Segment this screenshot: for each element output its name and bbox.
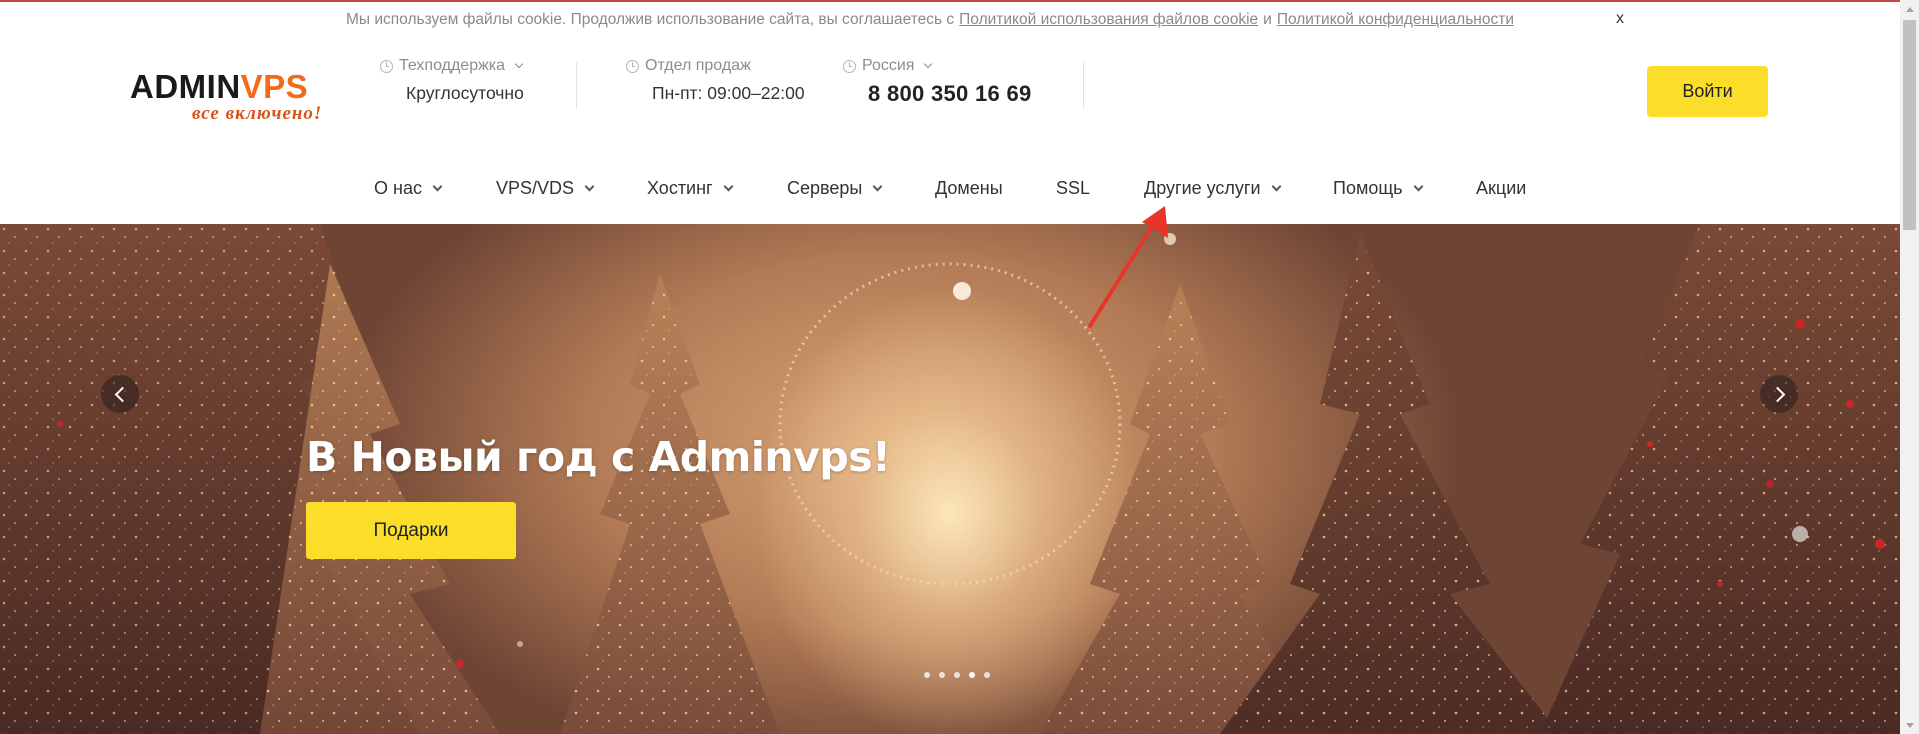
support-block[interactable]: Техподдержка Круглосуточно: [380, 57, 524, 104]
sales-block: Отдел продаж Пн-пт: 09:00–22:00: [626, 57, 805, 104]
support-label: Техподдержка: [399, 57, 506, 74]
chevron-down-icon: [872, 181, 883, 191]
sales-hours: Пн-пт: 09:00–22:00: [652, 83, 805, 103]
cookie-text: Мы используем файлы cookie. Продолжив ис…: [346, 11, 955, 28]
nav-item-label: Домены: [935, 177, 1003, 198]
logo-tagline: все включено!: [192, 103, 323, 124]
nav-item-ssl[interactable]: SSL: [1056, 152, 1090, 224]
slider-prev-button[interactable]: [101, 375, 139, 413]
chevron-down-icon: [723, 181, 734, 191]
logo[interactable]: ADMINVPS все включено!: [130, 70, 335, 124]
sales-label: Отдел продаж: [645, 57, 751, 74]
slider-next-button[interactable]: [1760, 375, 1798, 413]
cookie-conjunction: и: [1263, 11, 1272, 28]
gifts-button[interactable]: Подарки: [306, 502, 516, 559]
nav-item-label: Акции: [1476, 177, 1527, 198]
chevron-down-icon: [432, 181, 443, 191]
nav-item-label: О нас: [374, 177, 422, 198]
chevron-down-icon: [514, 59, 524, 69]
scroll-up-icon[interactable]: [1900, 0, 1919, 17]
chevron-down-icon: [924, 59, 933, 69]
privacy-policy-link[interactable]: Политикой конфиденциальности: [1277, 11, 1514, 29]
nav-item-label: SSL: [1056, 177, 1091, 198]
nav-item-label: Помощь: [1333, 177, 1403, 198]
divider: [576, 62, 577, 108]
login-button[interactable]: Войти: [1647, 66, 1768, 117]
slider-dot[interactable]: [984, 672, 990, 678]
nav-item-promotions[interactable]: Акции: [1476, 152, 1526, 224]
chevron-down-icon: [1413, 181, 1423, 191]
hero-banner: В Новый год с Adminvps! Подарки: [0, 224, 1900, 734]
nav-item-help[interactable]: Помощь: [1333, 152, 1423, 224]
chevron-right-icon: [1769, 386, 1785, 402]
chevron-left-icon: [114, 386, 130, 402]
chevron-down-icon: [1271, 181, 1282, 191]
nav-item-label: VPS/VDS: [496, 177, 575, 198]
slider-dot[interactable]: [954, 672, 960, 678]
main-nav: О нас VPS/VDS Хостинг Серверы Домены SSL…: [0, 152, 1900, 224]
cookie-policy-link[interactable]: Политикой использования файлов cookie: [959, 11, 1258, 29]
support-hours: Круглосуточно: [406, 83, 524, 103]
clock-icon: [626, 59, 639, 73]
cookie-banner: Мы используем файлы cookie. Продолжив ис…: [0, 0, 1900, 38]
cookie-close-button[interactable]: x: [1616, 10, 1624, 28]
slider-dot[interactable]: [939, 672, 945, 678]
page: Мы используем файлы cookie. Продолжив ис…: [0, 0, 1919, 734]
nav-item-about[interactable]: О нас: [374, 152, 443, 224]
nav-item-label: Другие услуги: [1144, 177, 1261, 198]
slider-pagination: [924, 672, 990, 678]
scroll-thumb[interactable]: [1903, 20, 1916, 230]
scroll-down-icon[interactable]: [1900, 717, 1919, 734]
phone-number[interactable]: 8 800 350 16 69: [868, 81, 1032, 107]
logo-text-admin: ADMIN: [130, 68, 241, 105]
nav-item-domains[interactable]: Домены: [935, 152, 1003, 224]
page-scrollbar[interactable]: [1900, 0, 1919, 734]
hero-title: В Новый год с Adminvps!: [306, 433, 891, 481]
clock-icon: [380, 59, 393, 73]
hero-background-image: [0, 224, 1900, 734]
nav-item-label: Серверы: [787, 177, 863, 198]
divider: [1083, 62, 1084, 108]
nav-item-other-services[interactable]: Другие услуги: [1144, 152, 1282, 224]
nav-item-vps[interactable]: VPS/VDS: [496, 152, 595, 224]
region-block[interactable]: Россия 8 800 350 16 69: [843, 57, 1032, 107]
slider-dot[interactable]: [924, 672, 930, 678]
site-header: ADMINVPS все включено! Техподдержка Круг…: [0, 38, 1900, 153]
nav-item-servers[interactable]: Серверы: [787, 152, 883, 224]
region-label: Россия: [862, 57, 915, 74]
chevron-down-icon: [584, 181, 595, 191]
slider-dot[interactable]: [969, 672, 975, 678]
clock-icon: [843, 59, 856, 73]
nav-item-label: Хостинг: [647, 177, 713, 198]
logo-text-ps: PS: [263, 68, 309, 105]
logo-text-v: V: [240, 68, 264, 105]
nav-item-hosting[interactable]: Хостинг: [647, 152, 734, 224]
